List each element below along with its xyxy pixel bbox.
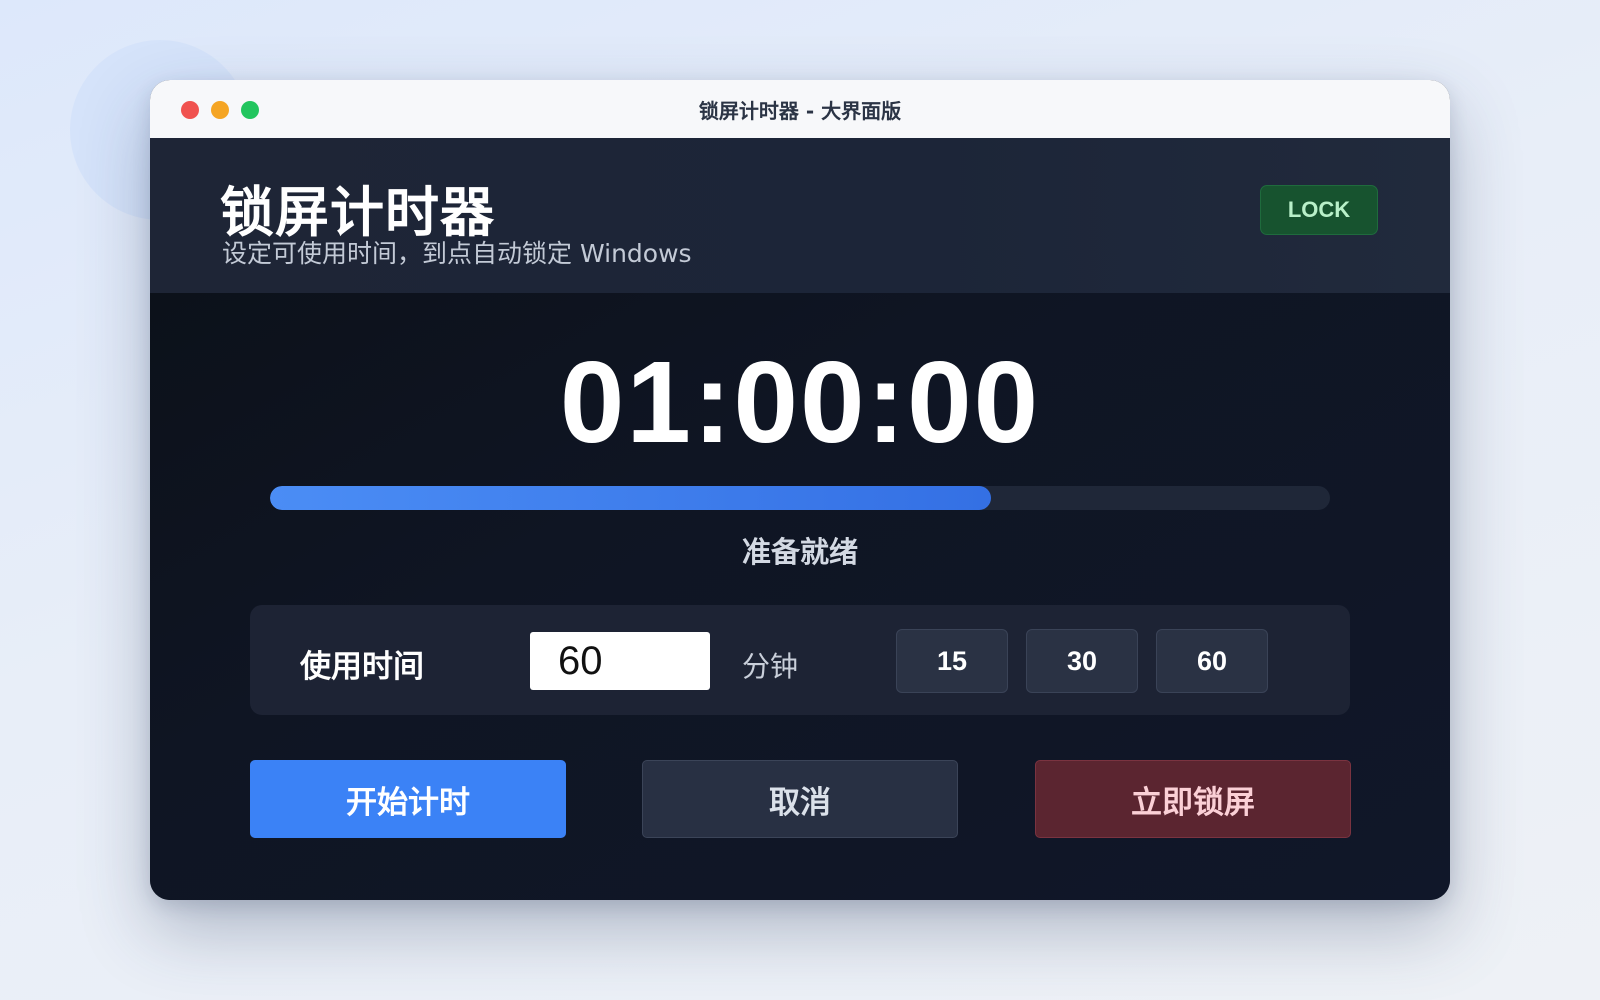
preset-15-button[interactable]: 15 xyxy=(896,629,1008,693)
app-subtitle: 设定可使用时间，到点自动锁定 Windows xyxy=(222,239,692,268)
progress-bar-fill xyxy=(270,486,991,510)
start-timer-button[interactable]: 开始计时 xyxy=(250,760,566,838)
window-title: 锁屏计时器 - 大界面版 xyxy=(698,98,902,123)
window-controls xyxy=(181,101,259,119)
close-window-button[interactable] xyxy=(181,101,199,119)
preset-30-button[interactable]: 30 xyxy=(1026,629,1138,693)
app-header: 锁屏计时器 设定可使用时间，到点自动锁定 Windows LOCK xyxy=(150,138,1450,293)
cancel-button[interactable]: 取消 xyxy=(642,760,958,838)
progress-bar xyxy=(270,486,1330,510)
countdown-display: 01:00:00 xyxy=(559,337,1041,467)
title-bar: 锁屏计时器 - 大界面版 xyxy=(150,80,1450,138)
maximize-window-button[interactable] xyxy=(241,101,259,119)
minutes-unit-label: 分钟 xyxy=(742,650,799,683)
main-content: 01:00:00 准备就绪 使用时间 分钟 15 30 60 开始计时 取消 立… xyxy=(150,293,1450,900)
lock-badge: LOCK xyxy=(1260,185,1378,235)
time-settings-panel: 使用时间 分钟 15 30 60 xyxy=(250,605,1350,715)
lock-now-button[interactable]: 立即锁屏 xyxy=(1035,760,1351,838)
minutes-input[interactable] xyxy=(530,632,710,690)
status-text: 准备就绪 xyxy=(741,535,858,569)
minimize-window-button[interactable] xyxy=(211,101,229,119)
usage-time-label: 使用时间 xyxy=(300,649,424,685)
app-window: 锁屏计时器 - 大界面版 锁屏计时器 设定可使用时间，到点自动锁定 Window… xyxy=(150,80,1450,900)
preset-60-button[interactable]: 60 xyxy=(1156,629,1268,693)
